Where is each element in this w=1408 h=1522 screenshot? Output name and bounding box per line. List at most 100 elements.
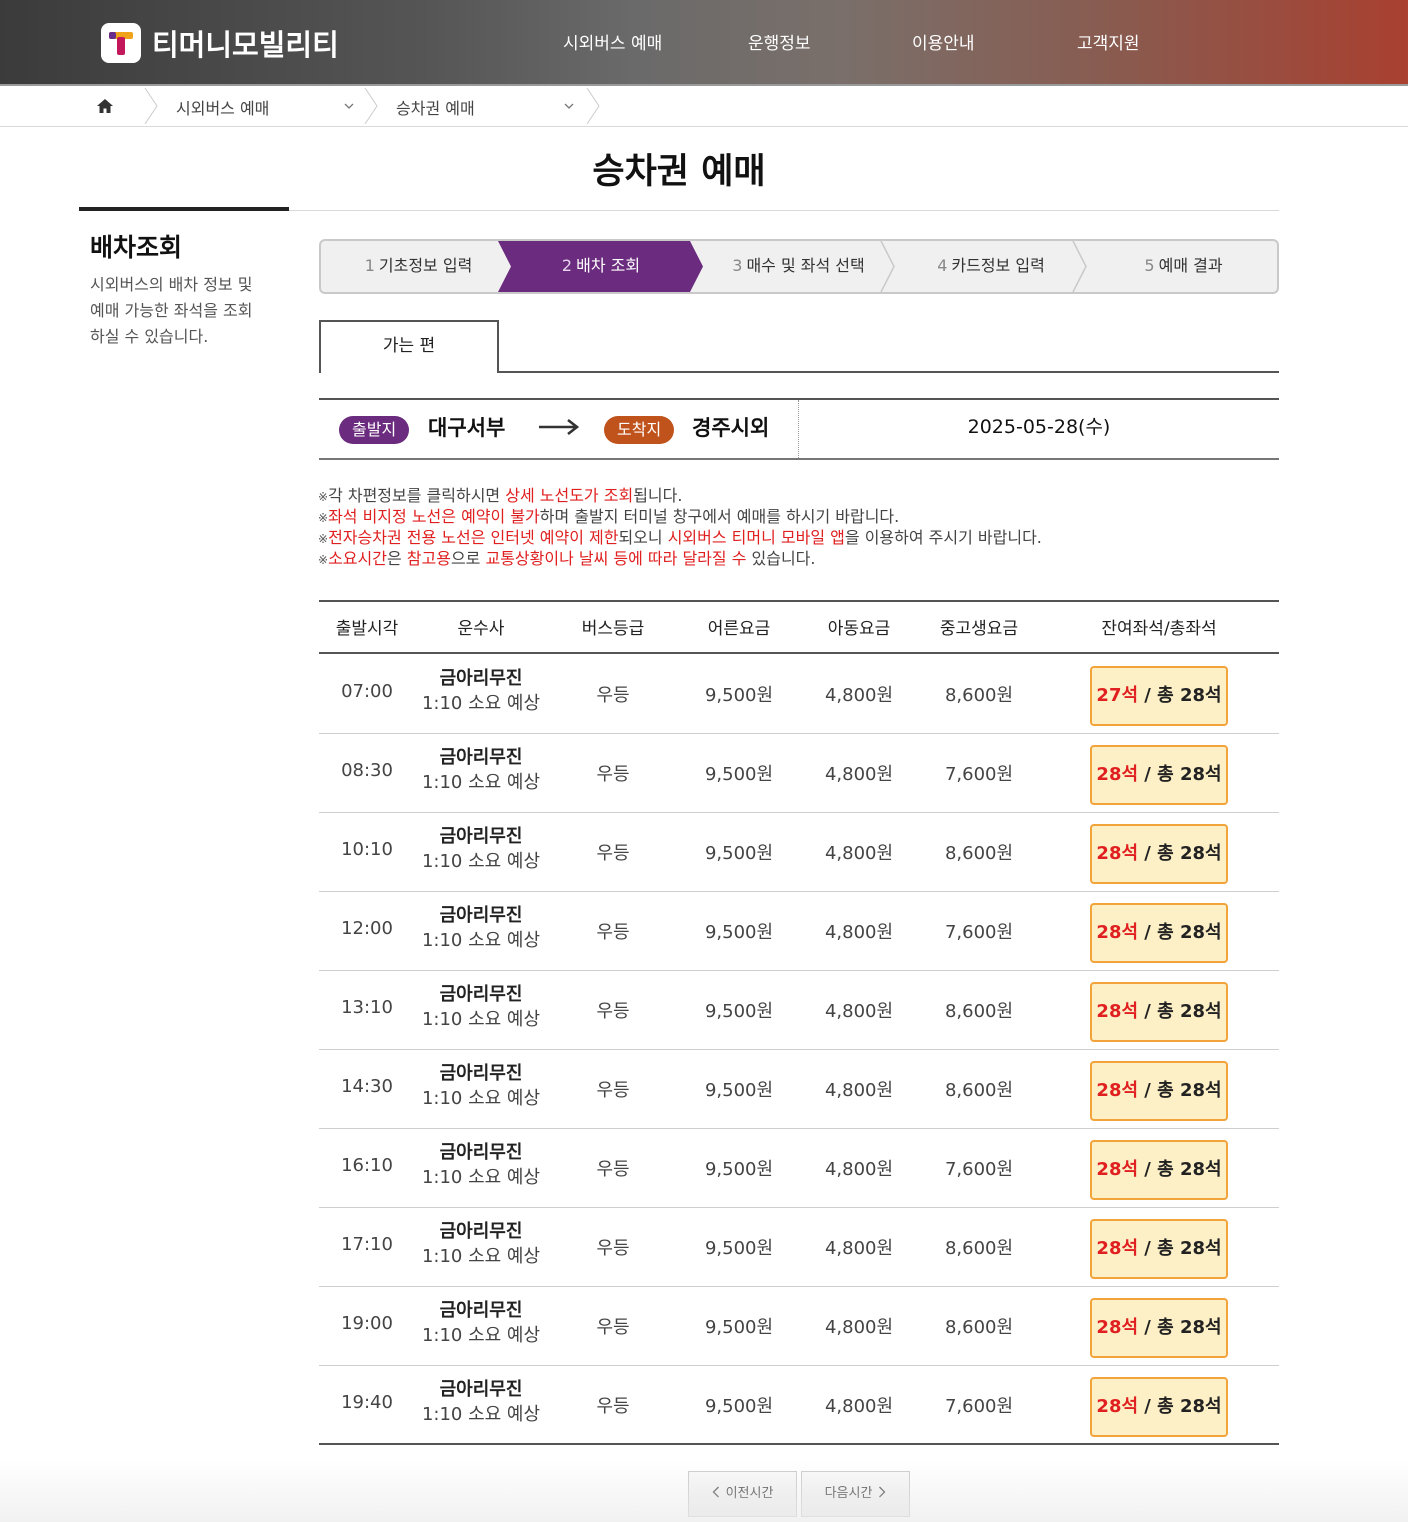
seat-select-button[interactable]: 28석 / 총 28석 (1090, 745, 1228, 805)
bus-grade: 우등 (596, 1001, 630, 1022)
total-seats: / 총 28석 (1138, 1001, 1222, 1022)
departure-badge: 출발지 (339, 416, 410, 444)
carrier-info[interactable]: 금아리무진 1:10 소요 예상 (411, 1220, 551, 1270)
sidebar-description: 시외버스의 배차 정보 및 예매 가능한 좌석을 조회 하실 수 있습니다. (90, 272, 285, 350)
table-row[interactable]: 13:10 금아리무진 1:10 소요 예상 우등 9,500원 4,800원 8,600원… (319, 971, 1279, 1050)
carrier-info[interactable]: 금아리무진 1:10 소요 예상 (411, 746, 551, 796)
bus-grade: 우등 (596, 1238, 630, 1259)
nav-operation-info[interactable]: 운행정보 (748, 29, 811, 54)
table-row[interactable]: 16:10 금아리무진 1:10 소요 예상 우등 9,500원 4,800원 7,600원… (319, 1129, 1279, 1208)
departure-time: 14:30 (341, 1076, 393, 1097)
departure-date: 2025-05-28(수) (967, 416, 1111, 438)
table-row[interactable]: 12:00 금아리무진 1:10 소요 예상 우등 9,500원 4,800원 7,600원… (319, 892, 1279, 971)
arrival-badge: 도착지 (604, 416, 675, 444)
notice-list: ※각 차편정보를 클릭하시면 상세 노선도가 조회됩니다. ※좌석 비지정 노선… (318, 486, 1042, 570)
next-time-button[interactable]: 다음시간 (801, 1471, 910, 1517)
total-seats: / 총 28석 (1138, 1159, 1222, 1180)
departure-time: 08:30 (341, 760, 393, 781)
carrier-info[interactable]: 금아리무진 1:10 소요 예상 (411, 1378, 551, 1428)
table-row[interactable]: 14:30 금아리무진 1:10 소요 예상 우등 9,500원 4,800원 8,600원… (319, 1050, 1279, 1129)
seat-select-button[interactable]: 28석 / 총 28석 (1090, 824, 1228, 884)
estimated-duration: 1:10 소요 예상 (421, 1088, 541, 1109)
bus-grade: 우등 (596, 843, 630, 864)
adult-fare: 9,500원 (704, 1238, 774, 1259)
departure-time: 19:00 (341, 1313, 393, 1334)
child-fare: 4,800원 (824, 685, 894, 706)
bus-grade: 우등 (596, 685, 630, 706)
breadcrumb-separator-icon (586, 88, 600, 124)
seat-select-button[interactable]: 28석 / 총 28석 (1090, 1219, 1228, 1279)
seat-select-button[interactable]: 28석 / 총 28석 (1090, 903, 1228, 963)
adult-fare: 9,500원 (704, 1080, 774, 1101)
nav-intercity-booking[interactable]: 시외버스 예매 (563, 29, 662, 54)
chevron-down-icon[interactable] (344, 102, 354, 110)
youth-fare: 8,600원 (944, 1317, 1014, 1338)
seat-select-button[interactable]: 27석 / 총 28석 (1090, 666, 1228, 726)
table-row[interactable]: 07:00 금아리무진 1:10 소요 예상 우등 9,500원 4,800원 8,600원… (319, 655, 1279, 734)
youth-fare: 7,600원 (944, 764, 1014, 785)
seat-select-button[interactable]: 28석 / 총 28석 (1090, 1377, 1228, 1437)
logo[interactable]: 티머니모빌리티 (101, 23, 339, 63)
carrier-name: 금아리무진 (439, 1063, 523, 1084)
remaining-seats: 28석 (1096, 922, 1139, 943)
seat-select-button[interactable]: 28석 / 총 28석 (1090, 982, 1228, 1042)
nav-usage-guide[interactable]: 이용안내 (912, 29, 975, 54)
breadcrumb: 시외버스 예매 승차권 예매 (0, 86, 1408, 127)
carrier-info[interactable]: 금아리무진 1:10 소요 예상 (411, 1062, 551, 1112)
youth-fare: 8,600원 (944, 685, 1014, 706)
table-row[interactable]: 08:30 금아리무진 1:10 소요 예상 우등 9,500원 4,800원 7,600원… (319, 734, 1279, 813)
seat-select-button[interactable]: 28석 / 총 28석 (1090, 1140, 1228, 1200)
header-seats: 잔여좌석/총좌석 (1101, 619, 1217, 639)
carrier-name: 금아리무진 (439, 747, 523, 768)
breadcrumb-separator-icon (144, 88, 158, 124)
seat-select-button[interactable]: 28석 / 총 28석 (1090, 1061, 1228, 1121)
remaining-seats: 28석 (1096, 1001, 1139, 1022)
estimated-duration: 1:10 소요 예상 (421, 1167, 541, 1188)
carrier-info[interactable]: 금아리무진 1:10 소요 예상 (411, 1141, 551, 1191)
carrier-name: 금아리무진 (439, 905, 523, 926)
route-summary: 출발지 대구서부 도착지 경주시외 2025-05-28(수) (319, 398, 1279, 460)
child-fare: 4,800원 (824, 843, 894, 864)
header-youth-fare: 중고생요금 (939, 619, 1019, 639)
estimated-duration: 1:10 소요 예상 (421, 1009, 541, 1030)
carrier-info[interactable]: 금아리무진 1:10 소요 예상 (411, 904, 551, 954)
nav-customer-support[interactable]: 고객지원 (1077, 29, 1140, 54)
table-row[interactable]: 10:10 금아리무진 1:10 소요 예상 우등 9,500원 4,800원 8,600원… (319, 813, 1279, 892)
chevron-down-icon[interactable] (564, 102, 574, 110)
carrier-info[interactable]: 금아리무진 1:10 소요 예상 (411, 667, 551, 717)
adult-fare: 9,500원 (704, 685, 774, 706)
home-icon[interactable] (96, 98, 114, 114)
table-row[interactable]: 17:10 금아리무진 1:10 소요 예상 우등 9,500원 4,800원 8,600원… (319, 1208, 1279, 1287)
table-row[interactable]: 19:00 금아리무진 1:10 소요 예상 우등 9,500원 4,800원 8,600원… (319, 1287, 1279, 1366)
sidebar-desc-line: 예매 가능한 좌석을 조회 (90, 301, 253, 320)
logo-text: 티머니모빌리티 (152, 28, 339, 62)
seat-select-button[interactable]: 28석 / 총 28석 (1090, 1298, 1228, 1358)
carrier-name: 금아리무진 (439, 1142, 523, 1163)
carrier-name: 금아리무진 (439, 826, 523, 847)
table-row[interactable]: 19:40 금아리무진 1:10 소요 예상 우등 9,500원 4,800원 7,600원… (319, 1366, 1279, 1445)
total-seats: / 총 28석 (1138, 922, 1222, 943)
carrier-info[interactable]: 금아리무진 1:10 소요 예상 (411, 1299, 551, 1349)
breadcrumb-item-intercity-booking[interactable]: 시외버스 예매 (176, 95, 269, 119)
carrier-info[interactable]: 금아리무진 1:10 소요 예상 (411, 825, 551, 875)
prev-time-button[interactable]: 이전시간 (688, 1471, 797, 1517)
right-arrow-icon (539, 418, 580, 436)
child-fare: 4,800원 (824, 922, 894, 943)
carrier-info[interactable]: 금아리무진 1:10 소요 예상 (411, 983, 551, 1033)
sidebar-desc-line: 하실 수 있습니다. (90, 327, 209, 346)
departure-city: 대구서부 (428, 416, 506, 440)
bus-grade: 우등 (596, 1080, 630, 1101)
sidebar-title: 배차조회 (90, 233, 183, 262)
remaining-seats: 28석 (1096, 1317, 1139, 1338)
carrier-name: 금아리무진 (439, 1221, 523, 1242)
step-basic-info: 1 기초정보 입력 (364, 256, 473, 275)
step-booking-result: 5 예매 결과 (1144, 256, 1223, 275)
estimated-duration: 1:10 소요 예상 (421, 930, 541, 951)
title-divider (289, 210, 1279, 211)
total-seats: / 총 28석 (1138, 843, 1222, 864)
bus-grade: 우등 (596, 922, 630, 943)
tab-outbound[interactable]: 가는 편 (319, 320, 499, 373)
breadcrumb-item-ticket-booking[interactable]: 승차권 예매 (396, 95, 475, 119)
youth-fare: 8,600원 (944, 1238, 1014, 1259)
departure-time: 17:10 (341, 1234, 393, 1255)
